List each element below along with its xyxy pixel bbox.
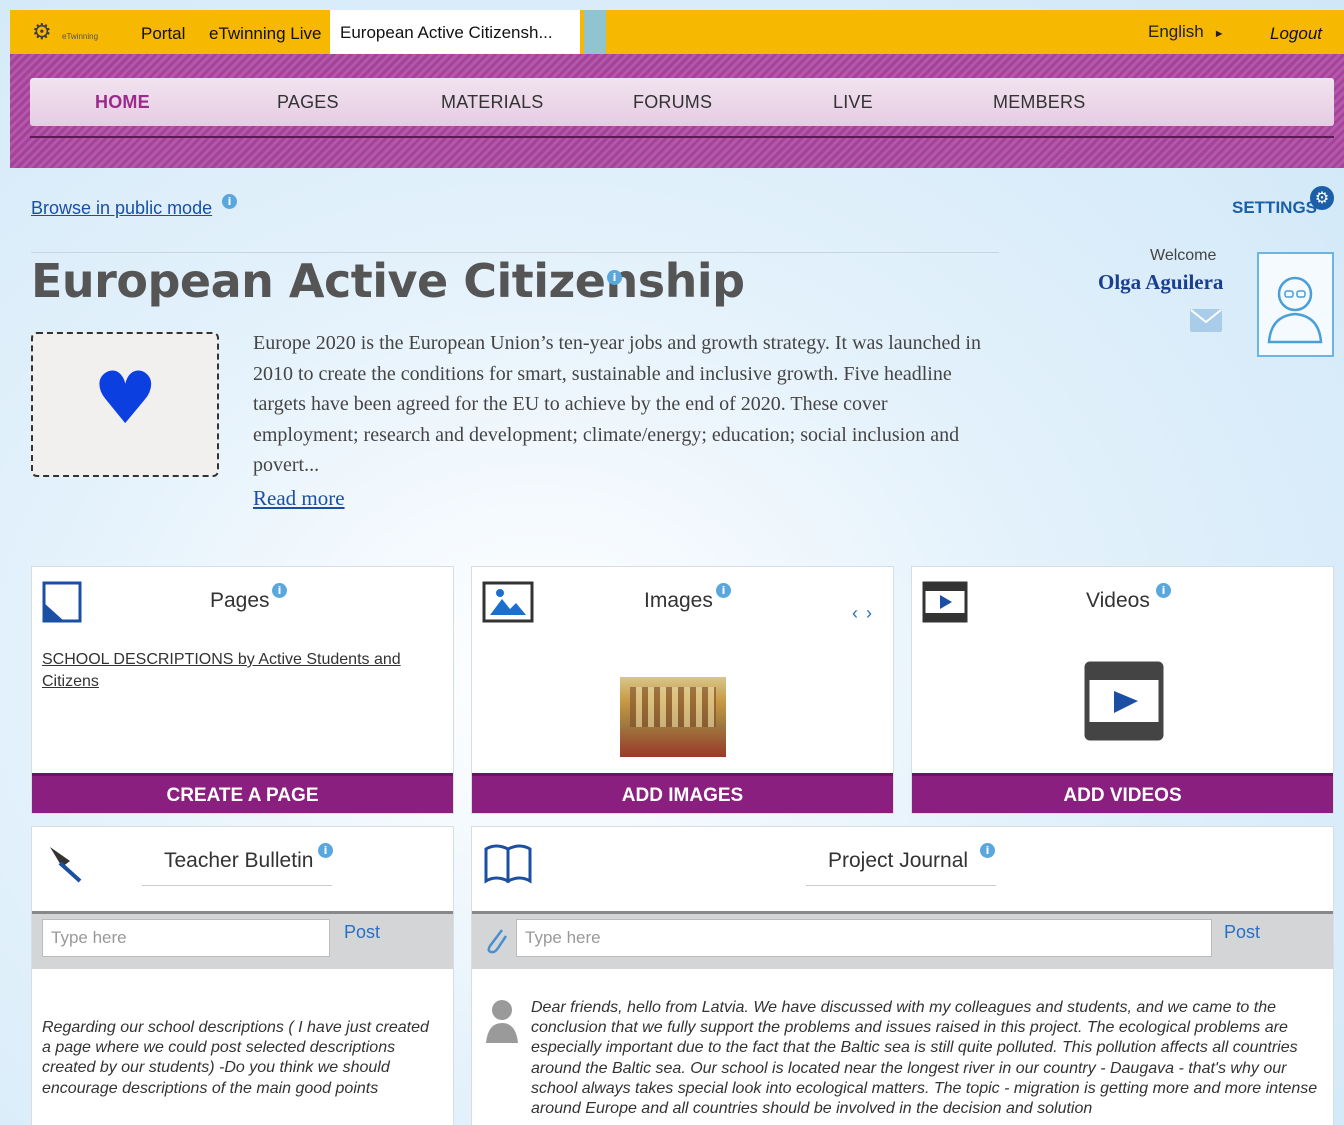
project-description: Europe 2020 is the European Union’s ten-… <box>253 332 981 476</box>
logo-text: eTwinning <box>62 32 99 41</box>
etwinning-logo-icon: ⚙ <box>32 20 52 45</box>
tab-edge <box>584 10 606 54</box>
nav-live[interactable]: LIVE <box>833 92 873 113</box>
portal-link[interactable]: Portal <box>141 24 185 44</box>
nav-home[interactable]: HOME <box>95 92 150 113</box>
read-more-link[interactable]: Read more <box>253 486 345 511</box>
welcome-label: Welcome <box>1150 247 1217 264</box>
nav-forums[interactable]: FORUMS <box>633 92 712 113</box>
nav-divider <box>30 136 1334 138</box>
pages-card: Pages i SCHOOL DESCRIPTIONS by Active St… <box>31 566 454 814</box>
videos-title: Videos <box>1086 589 1150 612</box>
page-icon <box>42 581 82 623</box>
info-icon[interactable]: i <box>716 583 731 598</box>
top-bar: ⚙ eTwinning Portal eTwinning Live <box>10 10 1344 54</box>
chevron-left-icon[interactable]: ‹ <box>852 603 866 623</box>
pin-icon <box>50 847 82 883</box>
settings-link[interactable]: SETTINGS <box>1232 198 1317 218</box>
nav-materials[interactable]: MATERIALS <box>441 92 544 113</box>
journal-title: Project Journal <box>828 849 969 872</box>
journal-post-button[interactable]: Post <box>1224 922 1260 943</box>
active-project-tab[interactable]: European Active Citizensh... <box>330 10 580 54</box>
avatar[interactable] <box>1257 252 1334 357</box>
mail-icon[interactable] <box>1190 309 1222 332</box>
videos-card: Videos i ADD VIDEOS <box>911 566 1334 814</box>
nav-pages[interactable]: PAGES <box>277 92 339 113</box>
info-icon[interactable]: i <box>980 843 995 858</box>
project-logo: ♥ <box>31 332 219 477</box>
journal-input[interactable]: Type here <box>516 919 1212 957</box>
etwinning-live-link[interactable]: eTwinning Live <box>209 24 321 44</box>
create-page-button[interactable]: CREATE A PAGE <box>32 773 453 813</box>
project-journal-card: Project Journal i Type here Post Dear fr… <box>471 826 1334 1125</box>
journal-input-bar: Type here Post <box>472 911 1333 969</box>
info-icon[interactable]: i <box>318 843 333 858</box>
book-icon <box>484 844 532 884</box>
info-icon[interactable]: i <box>272 583 287 598</box>
user-name[interactable]: Olga Aguilera <box>1098 270 1223 295</box>
heart-icon: ♥ <box>93 356 158 440</box>
browse-public-link[interactable]: Browse in public mode <box>31 198 212 219</box>
chevron-right-icon[interactable]: › <box>866 603 880 623</box>
title-underline <box>142 885 332 886</box>
video-player-icon[interactable] <box>1084 661 1164 741</box>
page-title: European Active Citizenship <box>31 254 745 308</box>
gear-icon[interactable]: ⚙ <box>1310 186 1334 210</box>
bulletin-input[interactable]: Type here <box>42 919 330 957</box>
language-label: English <box>1148 22 1204 41</box>
add-images-button[interactable]: ADD IMAGES <box>472 773 893 813</box>
images-card: Images i ‹› ADD IMAGES <box>471 566 894 814</box>
teacher-bulletin-card: Teacher Bulletin i Type here Post Regard… <box>31 826 454 1125</box>
pages-title: Pages <box>210 589 270 612</box>
bulletin-title: Teacher Bulletin <box>164 849 314 872</box>
info-icon[interactable]: i <box>222 194 237 209</box>
main-nav: HOME PAGES MATERIALS FORUMS LIVE MEMBERS <box>30 78 1334 126</box>
title-underline <box>806 885 996 886</box>
bulletin-post-button[interactable]: Post <box>344 922 380 943</box>
etwinning-logo[interactable]: ⚙ eTwinning <box>32 18 122 48</box>
bulletin-message: Regarding our school descriptions ( I ha… <box>42 1019 429 1097</box>
info-icon[interactable]: i <box>607 270 622 285</box>
add-videos-button[interactable]: ADD VIDEOS <box>912 773 1333 813</box>
nav-members[interactable]: MEMBERS <box>993 92 1085 113</box>
image-thumbnail[interactable] <box>620 677 726 757</box>
bulletin-input-bar: Type here Post <box>32 911 453 969</box>
language-selector[interactable]: English ► <box>1148 22 1225 42</box>
user-silhouette-icon <box>486 1000 518 1043</box>
logout-link[interactable]: Logout <box>1270 24 1322 44</box>
journal-message: Dear friends, hello from Latvia. We have… <box>531 999 1318 1118</box>
images-title: Images <box>644 589 713 612</box>
title-divider <box>31 252 999 253</box>
image-icon <box>482 581 534 623</box>
carousel-arrows: ‹› <box>852 603 880 624</box>
info-icon[interactable]: i <box>1156 583 1171 598</box>
paperclip-icon[interactable] <box>482 924 508 954</box>
triangle-right-icon: ► <box>1213 28 1225 40</box>
page-link[interactable]: SCHOOL DESCRIPTIONS by Active Students a… <box>42 649 402 693</box>
video-icon <box>922 581 968 623</box>
